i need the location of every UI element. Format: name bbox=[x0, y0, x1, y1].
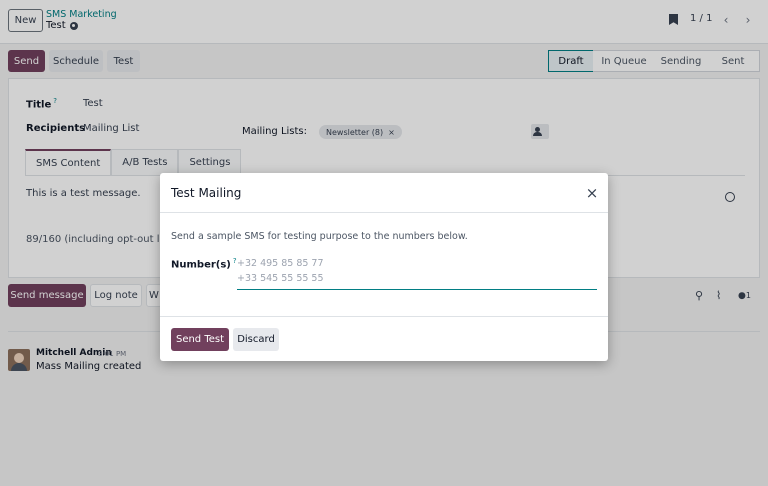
numbers-input[interactable] bbox=[237, 256, 597, 290]
numbers-label-text: Number(s) bbox=[171, 259, 231, 271]
close-icon[interactable]: × bbox=[584, 185, 600, 201]
modal-header: Test Mailing × bbox=[160, 173, 608, 213]
modal-footer: Send Test Discard bbox=[160, 316, 608, 361]
numbers-label: Number(s)? bbox=[171, 257, 237, 270]
test-mailing-dialog: Test Mailing × Send a sample SMS for tes… bbox=[160, 173, 608, 361]
send-test-button[interactable]: Send Test bbox=[171, 328, 229, 351]
modal-title: Test Mailing bbox=[171, 186, 242, 200]
discard-button[interactable]: Discard bbox=[233, 328, 279, 351]
modal-description: Send a sample SMS for testing purpose to… bbox=[171, 231, 468, 242]
